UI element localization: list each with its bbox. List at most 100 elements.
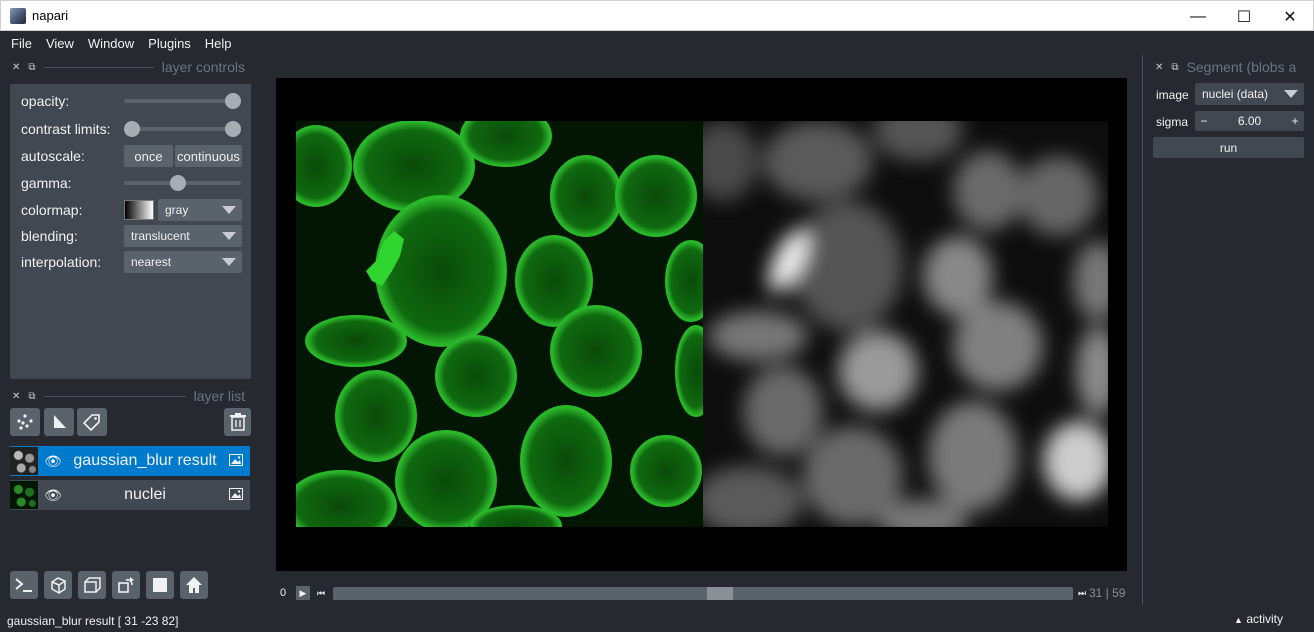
close-dock-icon[interactable]: ✕ [12,391,20,402]
delete-icon [229,413,246,431]
colormap-value: gray [165,203,189,217]
layer-item-nuclei[interactable]: 👁 nuclei [10,480,250,510]
eye-icon[interactable]: 👁 [38,453,68,470]
menu-bar: File View Window Plugins Help [0,31,1314,55]
eye-icon[interactable]: 👁 [38,487,68,504]
menu-window[interactable]: Window [81,36,141,51]
layer-name[interactable]: nuclei [68,486,222,504]
interpolation-combobox[interactable]: nearest [124,251,242,273]
status-bar: gaussian_blur result [ 31 -23 82] [0,609,1314,632]
viewer-canvas[interactable] [276,78,1127,571]
menu-help[interactable]: Help [198,36,239,51]
menu-file[interactable]: File [4,36,39,51]
image-value: nuclei (data) [1202,87,1269,101]
home-icon [186,577,202,593]
layer-controls-title: layer controls [161,59,245,75]
run-button[interactable]: run [1153,137,1304,158]
contrast-limits-label: contrast limits: [21,121,111,137]
plus-icon[interactable]: + [1286,114,1304,128]
ndisplay-icon [51,577,66,594]
title-bar: napari — ☐ ✕ [0,0,1314,31]
status-text: gaussian_blur result [ 31 -23 82] [7,613,179,628]
contrast-min-handle[interactable] [124,121,140,137]
napari-logo-icon [10,7,26,24]
step-back-icon[interactable]: ⏮ [314,586,328,600]
opacity-label: opacity: [21,93,70,109]
blending-value: translucent [131,229,190,243]
transpose-icon [118,577,134,593]
menu-view[interactable]: View [39,36,81,51]
step-forward-icon[interactable]: ⏭ [1075,586,1089,600]
sigma-spinbox[interactable]: − 6.00 + [1195,111,1304,131]
plugin-title: Segment (blobs a [1186,59,1297,75]
ndisplay-button[interactable] [44,571,72,599]
console-icon [15,578,32,592]
minus-icon[interactable]: − [1195,114,1213,128]
roll-dims-button[interactable] [78,571,106,599]
float-dock-icon[interactable]: ⧉ [28,62,35,73]
contrast-max-handle[interactable] [225,121,241,137]
activity-label: activity [1246,612,1283,626]
new-points-layer-button[interactable] [10,408,40,436]
gamma-slider[interactable] [124,175,241,191]
sigma-value[interactable]: 6.00 [1213,114,1286,128]
play-button[interactable]: ▶ [296,586,310,600]
dims-slider-track[interactable] [333,587,1073,600]
gamma-slider-handle[interactable] [170,175,186,191]
colormap-combobox[interactable]: gray [158,199,242,221]
nuclei-image [296,121,703,527]
window-title: napari [32,8,69,23]
caret-up-icon: ▲ [1234,615,1243,625]
shapes-icon [54,415,66,428]
layer-controls-header: ✕ ⧉ layer controls [12,57,245,77]
dims-slider-bar: 0 ▶ ⏮ ⏭ 31 | 59 [276,582,1127,604]
delete-layer-button[interactable] [224,408,251,436]
layer-item-gaussian-blur-result[interactable]: 👁 gaussian_blur result [10,446,250,476]
blending-combobox[interactable]: translucent [124,225,242,247]
chevron-down-icon [222,232,236,240]
gaussian-blur-image [703,121,1108,527]
dims-slider-handle[interactable] [707,587,733,600]
labels-icon [83,414,100,431]
layer-list-title: layer list [193,388,245,404]
image-icon [222,487,250,503]
maximize-button[interactable]: ☐ [1221,1,1267,32]
console-button[interactable] [10,571,38,599]
close-dock-icon[interactable]: ✕ [1155,62,1163,73]
opacity-slider-handle[interactable] [225,93,241,109]
new-shapes-layer-button[interactable] [44,408,74,436]
blending-label: blending: [21,228,78,244]
gamma-label: gamma: [21,175,72,191]
contrast-limits-slider[interactable] [124,121,241,137]
float-dock-icon[interactable]: ⧉ [1171,62,1178,73]
image-label: image [1156,88,1189,102]
sigma-label: sigma [1156,115,1189,129]
layer-thumbnail [10,447,38,475]
layer-controls-panel: opacity: contrast limits: autoscale: onc… [10,84,251,379]
autoscale-continuous-button[interactable]: continuous [175,145,242,167]
float-dock-icon[interactable]: ⧉ [28,391,35,402]
grid-view-button[interactable] [146,571,174,599]
interpolation-value: nearest [131,255,172,269]
close-window-button[interactable]: ✕ [1267,1,1313,32]
dims-current-label: 0 [280,587,287,599]
layer-thumbnail [10,481,38,509]
new-labels-layer-button[interactable] [77,408,107,436]
transpose-dims-button[interactable] [112,571,140,599]
dock-separator[interactable] [1142,55,1143,605]
interpolation-label: interpolation: [21,254,102,270]
grid-icon [153,578,167,592]
opacity-slider[interactable] [124,93,241,109]
reset-view-button[interactable] [180,571,208,599]
plugin-dock-header: ✕ ⧉ Segment (blobs a [1155,57,1305,77]
activity-button[interactable]: ▲ activity [1234,612,1283,626]
image-icon [222,453,250,469]
chevron-down-icon [222,206,236,214]
close-dock-icon[interactable]: ✕ [12,62,20,73]
autoscale-once-button[interactable]: once [124,145,173,167]
minimize-button[interactable]: — [1175,1,1221,32]
layer-name[interactable]: gaussian_blur result [68,452,222,470]
menu-plugins[interactable]: Plugins [141,36,198,51]
image-combobox[interactable]: nuclei (data) [1195,83,1304,105]
roll-icon [84,577,101,593]
